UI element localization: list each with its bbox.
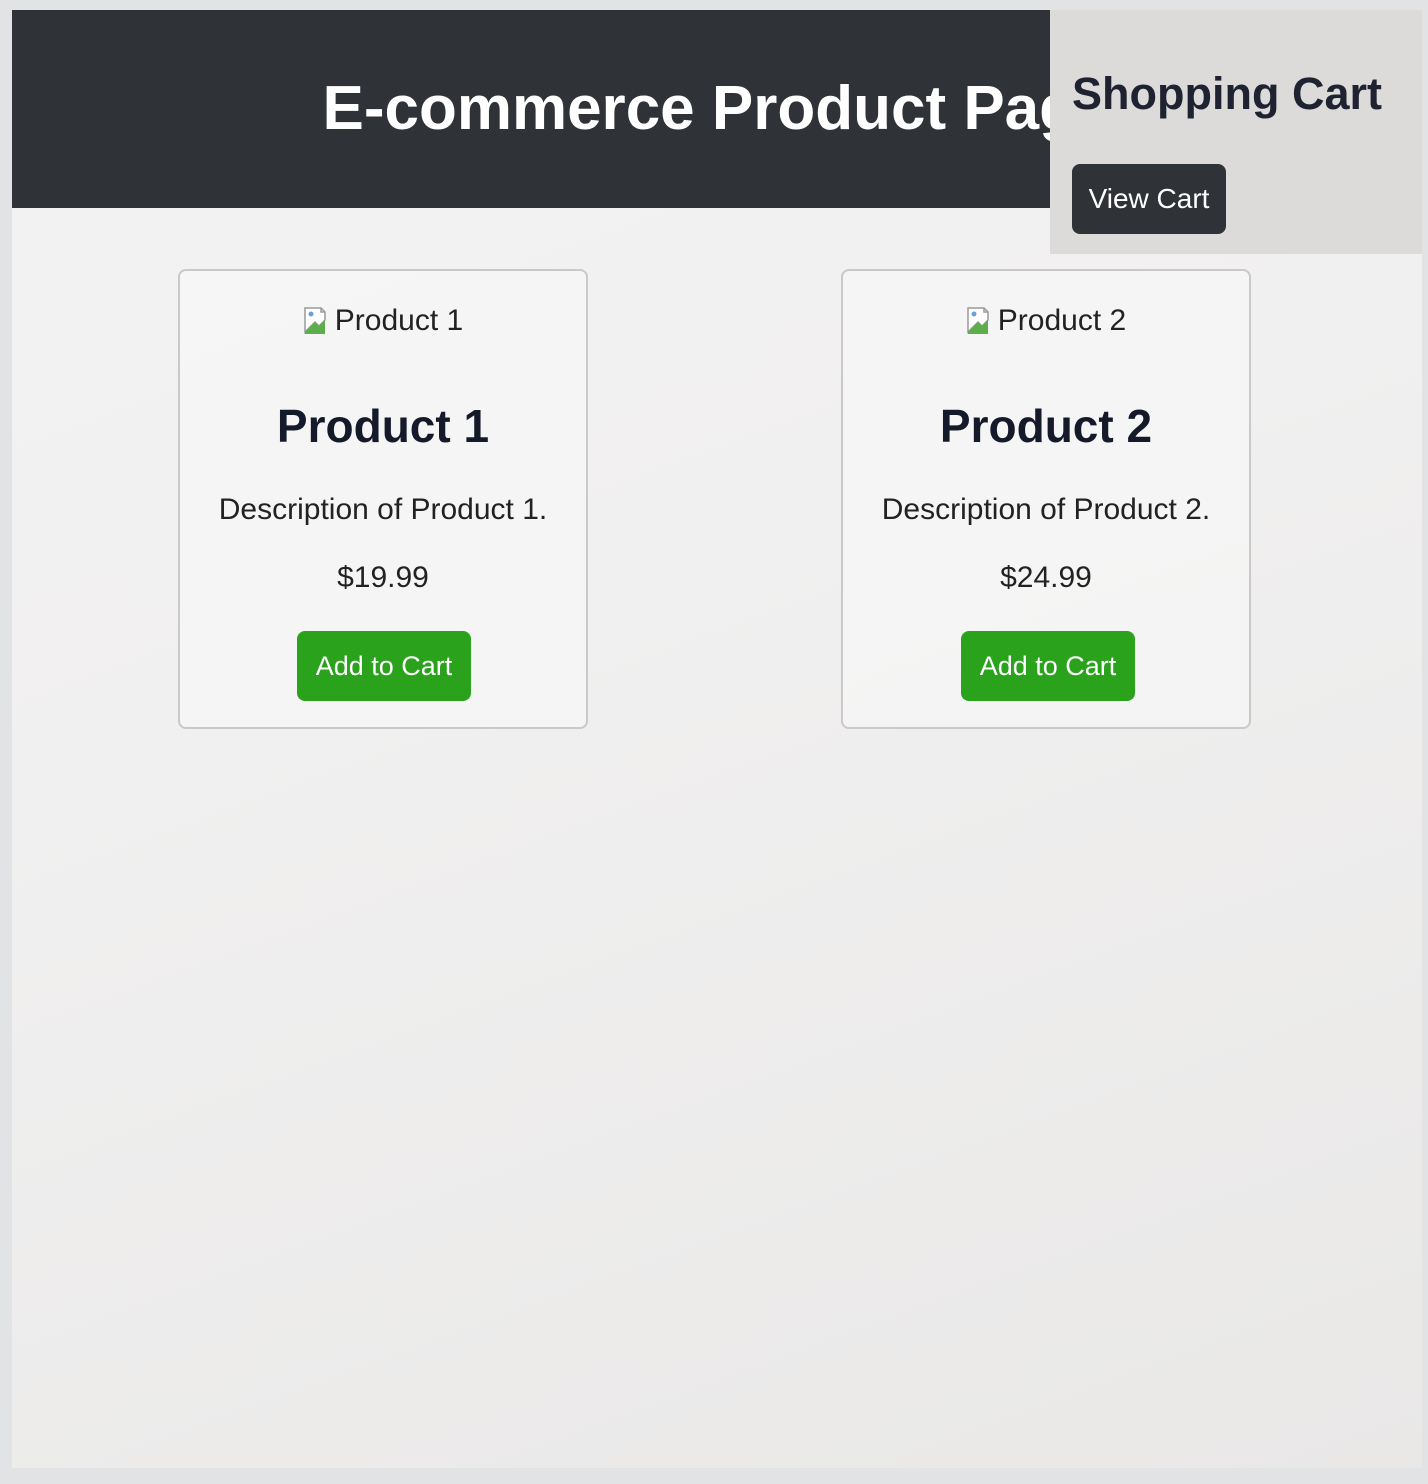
broken-image-icon — [966, 306, 996, 336]
product-price: $24.99 — [1000, 561, 1092, 594]
product-description: Description of Product 2. — [881, 493, 1211, 526]
product-image-alt: Product 1 — [334, 304, 464, 337]
product-image: Product 1 — [180, 301, 586, 341]
product-name: Product 1 — [276, 400, 490, 452]
product-card: Product 1 Product 1 Description of Produ… — [178, 269, 588, 729]
broken-image-icon — [303, 306, 333, 336]
add-to-cart-button[interactable]: Add to Cart — [297, 631, 471, 701]
cart-title: Shopping Cart — [1072, 68, 1382, 119]
page: E-commerce Product Page Shopping Cart Vi… — [12, 10, 1422, 1468]
product-name: Product 2 — [939, 400, 1153, 452]
product-card: Product 2 Product 2 Description of Produ… — [841, 269, 1251, 729]
add-to-cart-button[interactable]: Add to Cart — [961, 631, 1135, 701]
product-image: Product 2 — [843, 301, 1249, 341]
product-image-alt: Product 2 — [997, 304, 1127, 337]
product-description: Description of Product 1. — [218, 493, 548, 526]
shopping-cart-panel: Shopping Cart View Cart — [1050, 10, 1422, 254]
product-price: $19.99 — [337, 561, 429, 594]
view-cart-button[interactable]: View Cart — [1072, 164, 1226, 234]
